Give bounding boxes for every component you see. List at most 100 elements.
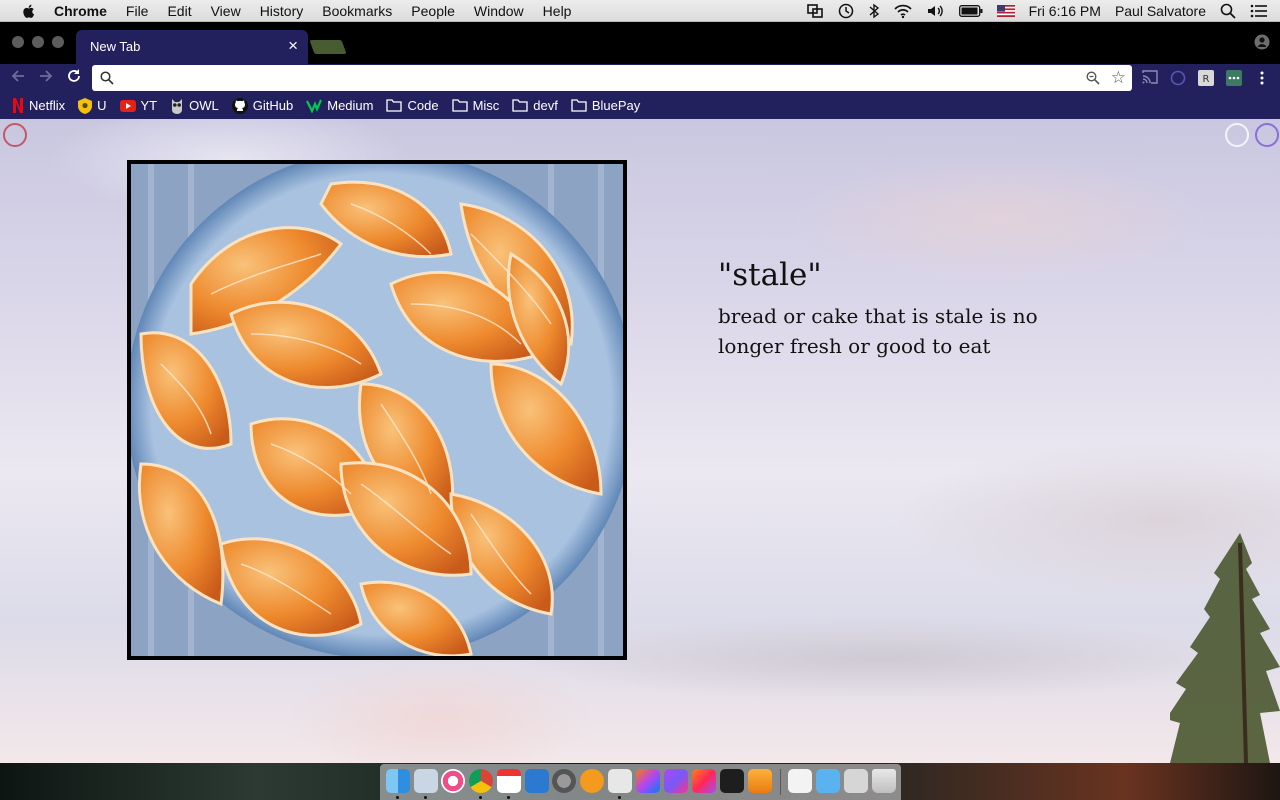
browser-toolbar: ☆ R [0, 64, 1280, 92]
dock-separator [780, 769, 781, 795]
menu-bookmarks[interactable]: Bookmarks [322, 3, 392, 19]
preview-window-icon[interactable] [844, 769, 868, 793]
bookmarks-bar: Netflix U YT OWL GitHub Medium Code Misc… [0, 92, 1280, 119]
menu-edit[interactable]: Edit [167, 3, 191, 19]
sublime-icon[interactable] [608, 769, 632, 793]
bookmark-folder-devf[interactable]: devf [512, 98, 558, 113]
notification-center-icon[interactable] [1250, 4, 1268, 18]
document-icon[interactable] [788, 769, 812, 793]
bookmark-owl[interactable]: OWL [170, 98, 219, 114]
cast-icon[interactable] [1142, 70, 1158, 89]
volume-icon[interactable] [927, 4, 945, 18]
menu-history[interactable]: History [260, 3, 304, 19]
chrome-menu-icon[interactable] [1256, 70, 1268, 91]
time-machine-icon[interactable] [837, 3, 855, 19]
screen-mirror-icon[interactable] [806, 3, 823, 18]
calendar-running-indicator [507, 796, 510, 799]
ibooks-icon[interactable] [580, 769, 604, 793]
folder-icon [386, 99, 403, 112]
folder-icon[interactable] [816, 769, 840, 793]
menu-view[interactable]: View [211, 3, 241, 19]
battery-icon[interactable] [958, 4, 983, 17]
new-tab-button[interactable] [309, 40, 347, 54]
calendar-icon[interactable] [497, 769, 521, 793]
corner-circle-button-white[interactable] [1225, 123, 1249, 147]
flag-icon[interactable] [996, 4, 1015, 17]
youtube-icon [119, 99, 136, 112]
window-minimize-button[interactable] [32, 36, 44, 48]
menu-help[interactable]: Help [543, 3, 572, 19]
bookmark-label: Code [407, 98, 439, 113]
wifi-icon[interactable] [893, 3, 913, 19]
tab-new-tab[interactable]: New Tab × [76, 30, 308, 64]
bookmark-netflix[interactable]: Netflix [12, 98, 65, 113]
painting-image [131, 164, 623, 656]
apple-icon[interactable] [20, 2, 38, 20]
reload-button[interactable] [66, 68, 82, 88]
bookmark-label: devf [533, 98, 558, 113]
finder-icon[interactable] [386, 769, 410, 793]
tree-silhouette [1170, 533, 1280, 763]
preview-icon[interactable] [414, 769, 438, 793]
bookmark-label: Medium [327, 98, 374, 113]
forward-button[interactable] [38, 68, 54, 88]
terminal-icon[interactable] [720, 769, 744, 793]
bookmark-folder-misc[interactable]: Misc [451, 98, 499, 113]
extension-dots-icon[interactable] [1226, 70, 1242, 91]
intellij-icon[interactable] [636, 769, 660, 793]
address-input[interactable] [122, 68, 1062, 88]
corner-circle-button-purple[interactable] [1255, 123, 1279, 147]
spotlight-icon[interactable] [1220, 3, 1236, 19]
shield-icon [78, 97, 93, 114]
system-preferences-icon[interactable] [552, 769, 576, 793]
word-of-the-day: "stale" [718, 257, 822, 293]
address-bar[interactable]: ☆ [92, 65, 1132, 91]
profile-icon[interactable] [1254, 34, 1270, 55]
preview-running-indicator [424, 796, 427, 799]
owl-icon [170, 98, 184, 114]
window-zoom-button[interactable] [52, 36, 64, 48]
extension-circle-icon[interactable] [1170, 70, 1186, 91]
back-button[interactable] [10, 68, 26, 88]
search-icon [100, 71, 114, 90]
bookmark-folder-code[interactable]: Code [386, 98, 439, 113]
bookmark-label: OWL [189, 98, 219, 113]
svg-text:R: R [1203, 74, 1210, 85]
word-icon[interactable] [525, 769, 549, 793]
bookmark-medium[interactable]: Medium [306, 98, 373, 113]
orange-segments-painting [127, 160, 627, 660]
bookmark-github[interactable]: GitHub [231, 97, 294, 114]
rubymine-icon[interactable] [692, 769, 716, 793]
menu-clock[interactable]: Fri 6:16 PM [1029, 3, 1101, 19]
status-menus: Fri 6:16 PM Paul Salvatore [793, 0, 1280, 22]
menu-user[interactable]: Paul Salvatore [1115, 3, 1206, 19]
tab-close-button[interactable]: × [288, 37, 298, 55]
menu-app-name[interactable]: Chrome [54, 3, 107, 19]
trash-icon[interactable] [872, 769, 896, 793]
bookmark-label: Netflix [29, 98, 66, 113]
window-close-button[interactable] [12, 36, 24, 48]
phpstorm-icon[interactable] [664, 769, 688, 793]
menu-window[interactable]: Window [474, 3, 524, 19]
medium-icon [306, 99, 323, 113]
chrome-icon[interactable] [469, 769, 493, 793]
bluetooth-icon[interactable] [869, 3, 879, 19]
bookmark-yt[interactable]: YT [119, 98, 157, 113]
itunes-icon[interactable] [441, 769, 465, 793]
netflix-icon [12, 98, 24, 113]
corner-circle-button-left[interactable] [3, 123, 27, 147]
bookmark-star-icon[interactable]: ☆ [1111, 69, 1126, 87]
finder-running-indicator [396, 796, 399, 799]
bookmark-u[interactable]: U [78, 97, 107, 114]
chrome-running-indicator [479, 796, 482, 799]
bookmark-folder-bluepay[interactable]: BluePay [571, 98, 640, 113]
menu-people[interactable]: People [411, 3, 455, 19]
bookmark-label: GitHub [252, 98, 294, 113]
zoom-icon[interactable] [1086, 71, 1100, 90]
extension-r-icon[interactable]: R [1198, 70, 1214, 91]
bookmark-label: U [97, 98, 107, 113]
menu-bar: Chrome File Edit View History Bookmarks … [0, 0, 1280, 22]
new-tab-page: "stale" bread or cake that is stale is n… [0, 119, 1280, 763]
menu-file[interactable]: File [126, 3, 149, 19]
sublime-text-icon[interactable] [748, 769, 772, 793]
